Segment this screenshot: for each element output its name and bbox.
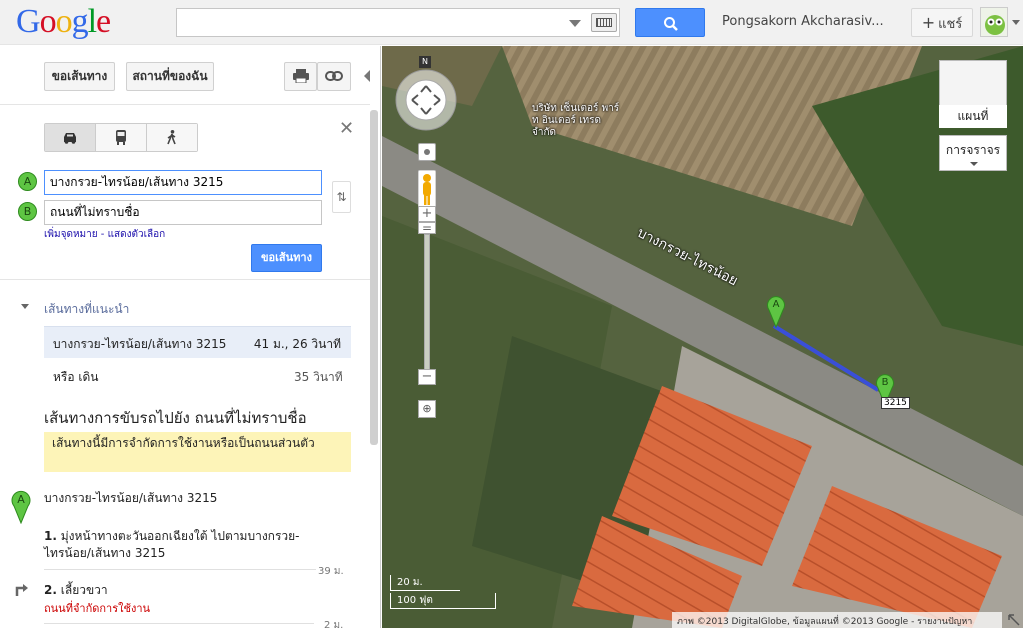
walk-mode-button[interactable] <box>147 124 197 151</box>
close-icon[interactable]: ✕ <box>339 118 354 139</box>
walk-option[interactable]: หรือ เดิน <box>53 368 98 387</box>
add-destination-link[interactable]: เพิ่มจุดหมาย - แสดงตัวเลือก <box>44 227 165 242</box>
travel-mode-group <box>44 123 198 152</box>
zoom-level-marker[interactable]: = <box>418 222 436 234</box>
divider <box>44 569 316 570</box>
zoom-slider[interactable] <box>424 234 430 370</box>
plus-icon: + <box>921 13 936 32</box>
get-directions-button[interactable]: ขอเส้นทาง <box>251 244 322 272</box>
search-button[interactable] <box>635 8 705 37</box>
compass-icon[interactable]: N <box>419 56 431 68</box>
svg-text:B: B <box>882 377 889 388</box>
avatar[interactable] <box>980 7 1008 37</box>
directions-title: เส้นทางการขับรถไปยัง ถนนที่ไม่ทราบชื่อ <box>44 409 307 427</box>
svg-text:A: A <box>773 299 780 310</box>
satellite-imagery <box>382 46 1023 628</box>
route-time: 41 ม., 26 วินาที <box>253 337 341 351</box>
divider <box>0 279 370 280</box>
destination-input[interactable] <box>44 200 322 225</box>
suggested-routes-title[interactable]: เส้นทางที่แนะนำ <box>44 300 129 319</box>
print-icon <box>292 69 309 84</box>
zoom-in-icon[interactable]: + <box>418 206 436 222</box>
divider <box>44 623 314 624</box>
collapse-panel-icon[interactable] <box>364 70 370 82</box>
step-2-restriction: ถนนที่จำกัดการใช้งาน <box>44 602 151 615</box>
google-logo[interactable]: Google <box>16 4 111 40</box>
car-icon <box>64 132 76 144</box>
directions-panel: ขอเส้นทาง สถานที่ของฉัน ✕ A B ⇅ เพิ่มจุด… <box>0 46 381 628</box>
expand-corner-icon[interactable] <box>1008 614 1020 626</box>
step-1[interactable]: 1. มุ่งหน้าทางตะวันออกเฉียงใต้ ไปตามบางก… <box>44 528 344 562</box>
origin-marker-icon: A <box>18 172 37 191</box>
street-view-pegman-icon[interactable] <box>418 170 436 210</box>
restriction-warning: เส้นทางนี้มีการจำกัดการใช้งานหรือเป็นถนน… <box>44 432 351 472</box>
search-box <box>176 8 620 37</box>
reset-view-icon[interactable] <box>418 143 436 161</box>
bus-icon <box>116 130 126 145</box>
traffic-button[interactable]: การจราจร <box>939 135 1007 171</box>
step-2-distance: 2 ม. <box>324 620 344 628</box>
start-location: บางกรวย-ไทรน้อย/เส้นทาง 3215 <box>44 491 218 505</box>
suggested-route[interactable]: บางกรวย-ไทรน้อย/เส้นทาง 3215 41 ม., 26 ว… <box>44 326 351 358</box>
expand-icon[interactable] <box>21 304 29 309</box>
my-places-button[interactable]: สถานที่ของฉัน <box>126 62 214 91</box>
search-icon <box>664 17 678 31</box>
magnify-icon[interactable]: ⊕ <box>418 400 436 418</box>
car-mode-button[interactable] <box>45 124 96 151</box>
walk-time: 35 วินาที <box>294 370 343 384</box>
start-pin-icon: A <box>11 490 31 524</box>
map-layer-button[interactable]: แผนที่ <box>939 105 1007 128</box>
scale-bar: 20 ม. 100 ฟุต <box>390 575 496 609</box>
zoom-out-icon[interactable]: − <box>418 369 436 385</box>
keyboard-icon[interactable] <box>591 13 617 32</box>
divider <box>0 104 370 105</box>
chevron-down-icon <box>970 162 978 166</box>
marker-a-icon[interactable]: A <box>766 294 786 328</box>
pan-control[interactable] <box>390 62 462 134</box>
route-name: บางกรวย-ไทรน้อย/เส้นทาง 3215 <box>53 337 227 351</box>
share-button[interactable]: + แชร์ <box>911 8 973 37</box>
turn-right-icon <box>15 584 28 596</box>
transit-mode-button[interactable] <box>96 124 147 151</box>
svg-text:A: A <box>17 493 25 506</box>
panel-scrollbar[interactable] <box>370 110 378 445</box>
map-view[interactable]: บางกรวย-ไทรน้อย บริษัท เซ็นเตอร์ พาร์ท อ… <box>382 46 1023 628</box>
directions-button[interactable]: ขอเส้นทาง <box>44 62 115 91</box>
step-1-distance: 39 ม. <box>318 566 344 577</box>
step-2[interactable]: 2. เลี้ยวขวา <box>44 581 108 600</box>
account-dropdown-icon[interactable] <box>1012 20 1020 25</box>
walk-icon <box>167 130 176 145</box>
top-bar: Google Pongsakorn Akcharasiv... + แชร์ <box>0 0 1023 45</box>
search-dropdown-icon[interactable] <box>569 20 581 27</box>
origin-input[interactable] <box>44 170 322 195</box>
map-attribution[interactable]: ภาพ ©2013 DigitalGlobe, ข้อมูลแผนที่ ©20… <box>672 612 1002 628</box>
destination-marker-icon: B <box>18 202 37 221</box>
account-name[interactable]: Pongsakorn Akcharasiv... <box>722 14 897 29</box>
route-shield: 3215 <box>881 397 910 409</box>
link-button[interactable] <box>317 62 351 91</box>
swap-icon[interactable]: ⇅ <box>332 181 351 213</box>
search-input[interactable] <box>181 13 561 33</box>
print-button[interactable] <box>284 62 317 91</box>
link-icon <box>325 71 343 81</box>
poi-label[interactable]: บริษัท เซ็นเตอร์ พาร์ท อินเตอร์ เทรด จำก… <box>532 103 622 139</box>
